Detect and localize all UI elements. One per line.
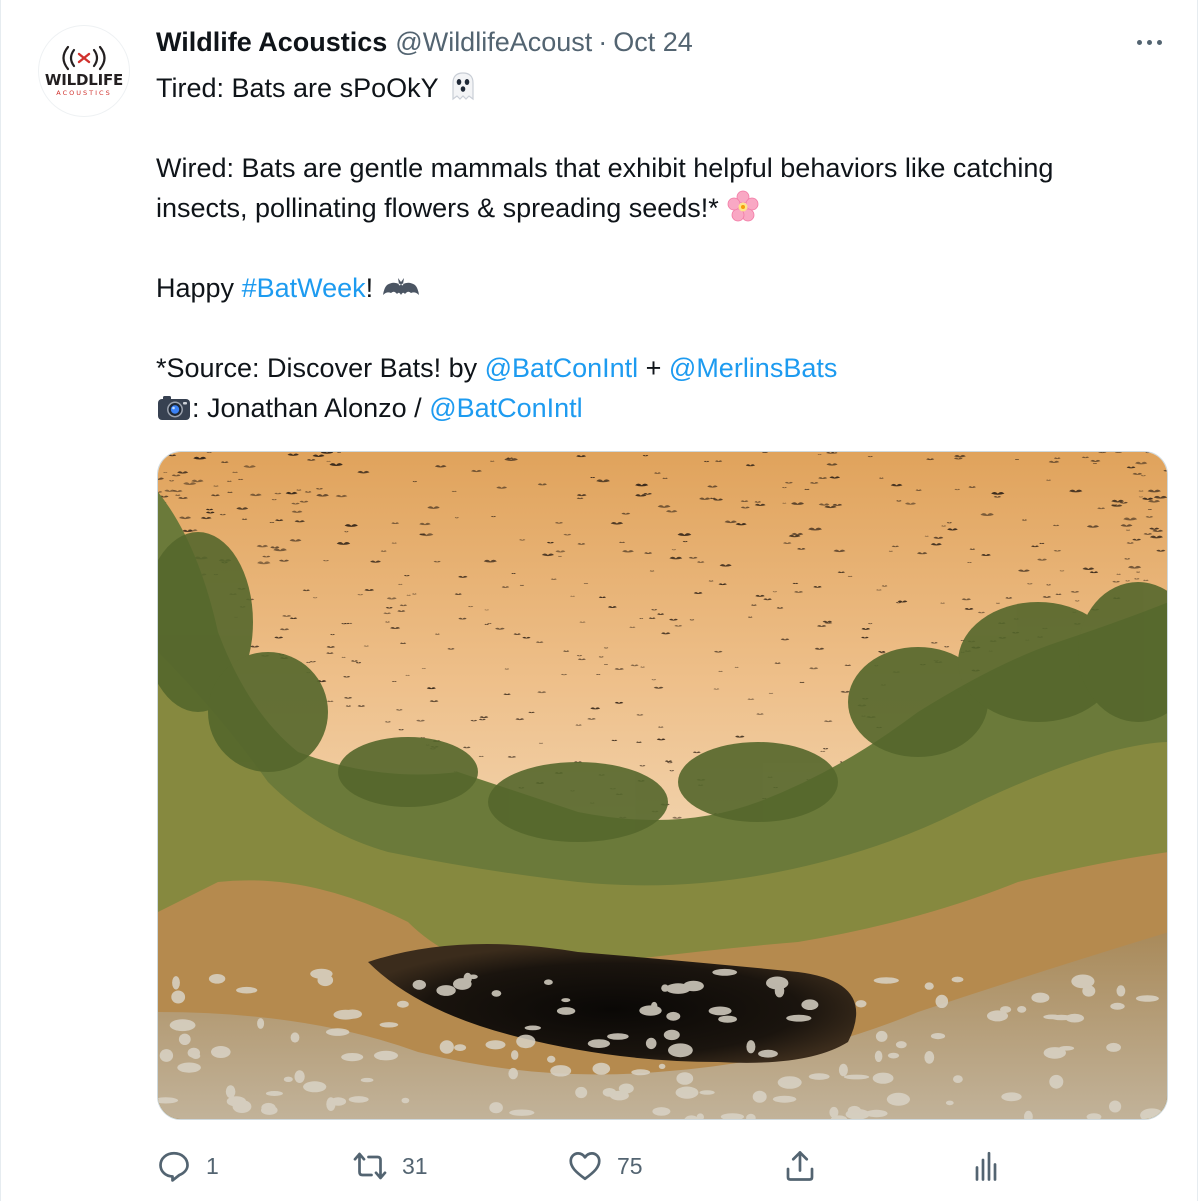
like-button[interactable]: 75	[567, 1148, 643, 1184]
source-joiner: +	[638, 353, 669, 383]
cherry-blossom-icon	[727, 190, 759, 222]
more-options-icon[interactable]	[1129, 30, 1169, 54]
source-text: *Source: Discover Bats! by	[156, 353, 485, 383]
wired-line-2: insects, pollinating flowers & spreading…	[156, 188, 1176, 228]
wired-line-1: Wired: Bats are gentle mammals that exhi…	[156, 153, 1054, 183]
logo-subtext: ACOUSTICS	[56, 89, 112, 97]
bat-cave-photo	[158, 452, 1167, 1119]
tweet-photo[interactable]	[157, 451, 1168, 1120]
tweet-text: Tired: Bats are sPoOkY Wired: Bats are g…	[156, 68, 1176, 428]
retweet-count: 31	[402, 1152, 428, 1179]
reply-button[interactable]: 1	[156, 1148, 219, 1184]
retweet-button[interactable]: 31	[352, 1148, 428, 1184]
bat-icon	[382, 278, 419, 295]
photo-credit-line: : Jonathan Alonzo / @BatConIntl	[156, 388, 1176, 428]
logo-text: WILDLIFE	[44, 71, 124, 89]
mention-merlinsbats[interactable]: @MerlinsBats	[669, 353, 837, 383]
share-button[interactable]	[782, 1148, 818, 1184]
heart-icon	[569, 1152, 601, 1181]
separator-dot: ·	[598, 26, 608, 57]
wildlife-acoustics-logo-icon	[62, 45, 106, 71]
tweet-header: Wildlife Acoustics @WildlifeAcoust · Oct…	[156, 26, 693, 58]
tweet-actions: 1 31 75	[156, 1140, 1016, 1192]
author-name[interactable]: Wildlife Acoustics	[156, 27, 387, 58]
mention-batconintl[interactable]: @BatConIntl	[485, 353, 638, 383]
reply-count: 1	[206, 1152, 219, 1179]
author-handle[interactable]: @WildlifeAcoust	[395, 27, 592, 58]
hashtag-batweek[interactable]: #BatWeek	[242, 273, 366, 303]
mention-batconintl-photo[interactable]: @BatConIntl	[429, 393, 582, 423]
avatar[interactable]: WILDLIFE ACOUSTICS	[38, 25, 130, 117]
tweet-date[interactable]: Oct 24	[613, 27, 693, 58]
photo-credit-text: : Jonathan Alonzo /	[192, 393, 430, 423]
ghost-icon	[452, 72, 474, 101]
happy-line: Happy #BatWeek!	[156, 268, 1176, 308]
source-line: *Source: Discover Bats! by @BatConIntl +…	[156, 348, 1176, 388]
share-icon	[786, 1151, 814, 1181]
camera-icon	[158, 396, 190, 420]
wired-text: insects, pollinating flowers & spreading…	[156, 193, 727, 223]
tired-text: Tired: Bats are sPoOkY	[156, 73, 446, 103]
reply-icon	[159, 1151, 189, 1182]
tweet-card: WILDLIFE ACOUSTICS Wildlife Acoustics @W…	[0, 0, 1198, 1201]
tired-line: Tired: Bats are sPoOkY	[156, 68, 1176, 108]
happy-text: Happy	[156, 273, 242, 303]
happy-suffix: !	[365, 273, 381, 303]
like-count: 75	[617, 1152, 643, 1179]
retweet-icon	[353, 1152, 387, 1180]
analytics-icon	[975, 1151, 997, 1181]
analytics-button[interactable]	[968, 1148, 1004, 1184]
